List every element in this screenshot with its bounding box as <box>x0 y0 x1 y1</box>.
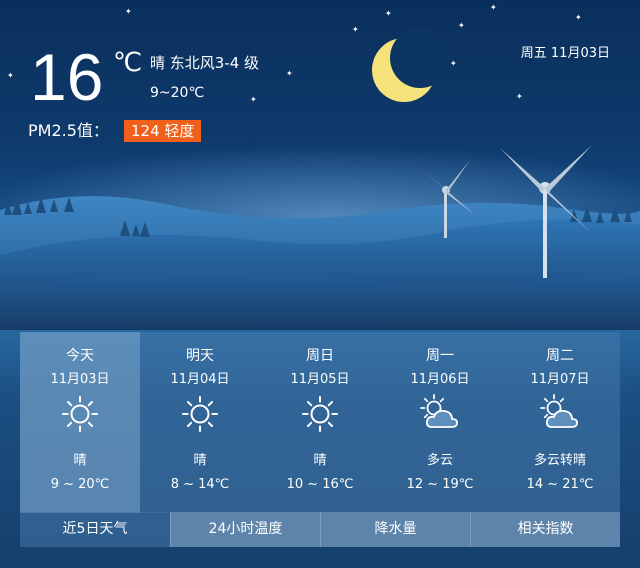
moon-icon <box>372 28 450 102</box>
forecast-day-name: 周日 <box>306 348 334 364</box>
forecast-day[interactable]: 周一 11月06日 多云 12 ~ 19℃ <box>380 332 500 513</box>
forecast-panel: 今天 11月03日晴 9 ~ 20℃ 明天 11月04日晴 8 ~ 14℃ 周日 11月05日… <box>20 332 620 513</box>
weather-widget: ✦ ✦ ✦ ✦ ✦ ✦ ✦ ✦ ✦ ✦ ✦ 16 ℃ 晴 东北风3-4 级 9~… <box>0 0 640 568</box>
forecast-day[interactable]: 今天 11月03日晴 9 ~ 20℃ <box>20 332 140 513</box>
star-icon: ✦ <box>575 13 582 22</box>
sun-icon <box>300 394 340 434</box>
star-icon: ✦ <box>450 59 457 68</box>
forecast-day-condition: 多云 <box>426 453 453 468</box>
forecast-day-date: 11月05日 <box>290 372 350 387</box>
forecast-day-range: 14 ~ 21℃ <box>526 477 594 492</box>
forecast-day-date: 11月04日 <box>170 372 230 387</box>
partly-cloudy-icon <box>540 394 580 434</box>
forecast-day[interactable]: 明天 11月04日晴 8 ~ 14℃ <box>140 332 260 513</box>
star-icon: ✦ <box>352 25 359 34</box>
forecast-day-range: 12 ~ 19℃ <box>406 477 474 492</box>
forecast-day[interactable]: 周二 11月07日 多云转晴 14 ~ 21℃ <box>500 332 620 513</box>
current-temperature: 16 <box>30 40 104 114</box>
sun-icon <box>60 394 100 434</box>
star-icon: ✦ <box>458 21 465 30</box>
forecast-day-condition: 晴 <box>73 453 87 468</box>
star-icon: ✦ <box>490 3 497 12</box>
star-icon: ✦ <box>385 9 392 18</box>
star-icon: ✦ <box>286 69 293 78</box>
star-icon: ✦ <box>125 7 132 16</box>
tab-0[interactable]: 近5日天气 <box>20 512 170 547</box>
tab-1[interactable]: 24小时温度 <box>170 512 320 547</box>
sun-icon <box>180 394 220 434</box>
forecast-day-name: 周一 <box>426 348 454 364</box>
tab-3[interactable]: 相关指数 <box>470 512 620 547</box>
pm25-label: PM2.5值： <box>28 121 109 140</box>
forecast-day-range: 10 ~ 16℃ <box>286 477 354 492</box>
current-date: 周五 11月03日 <box>520 46 610 61</box>
forecast-day-name: 明天 <box>186 348 214 364</box>
forecast-day-condition: 多云转晴 <box>533 453 586 468</box>
tab-bar: 近5日天气 24小时温度 降水量 相关指数 <box>20 512 620 547</box>
star-icon: ✦ <box>250 95 257 104</box>
forecast-day-name: 今天 <box>66 348 94 364</box>
forecast-day-name: 周二 <box>546 348 574 364</box>
temperature-unit: ℃ <box>113 47 143 77</box>
forecast-day[interactable]: 周日 11月05日晴 10 ~ 16℃ <box>260 332 380 513</box>
forecast-day-range: 8 ~ 14℃ <box>170 477 230 492</box>
today-temperature-range: 9~20℃ <box>150 85 205 101</box>
forecast-day-date: 11月07日 <box>530 372 590 387</box>
tab-2[interactable]: 降水量 <box>320 512 470 547</box>
forecast-day-range: 9 ~ 20℃ <box>50 477 110 492</box>
star-icon: ✦ <box>7 71 14 80</box>
current-condition-wind: 晴 东北风3-4 级 <box>150 54 260 72</box>
forecast-day-date: 11月06日 <box>410 372 470 387</box>
partly-cloudy-icon <box>420 394 460 434</box>
star-icon: ✦ <box>516 92 523 101</box>
pm25-badge: 124 轻度 <box>124 120 202 142</box>
forecast-day-date: 11月03日 <box>50 372 110 387</box>
forecast-day-condition: 晴 <box>313 453 327 468</box>
forecast-day-condition: 晴 <box>193 453 207 468</box>
